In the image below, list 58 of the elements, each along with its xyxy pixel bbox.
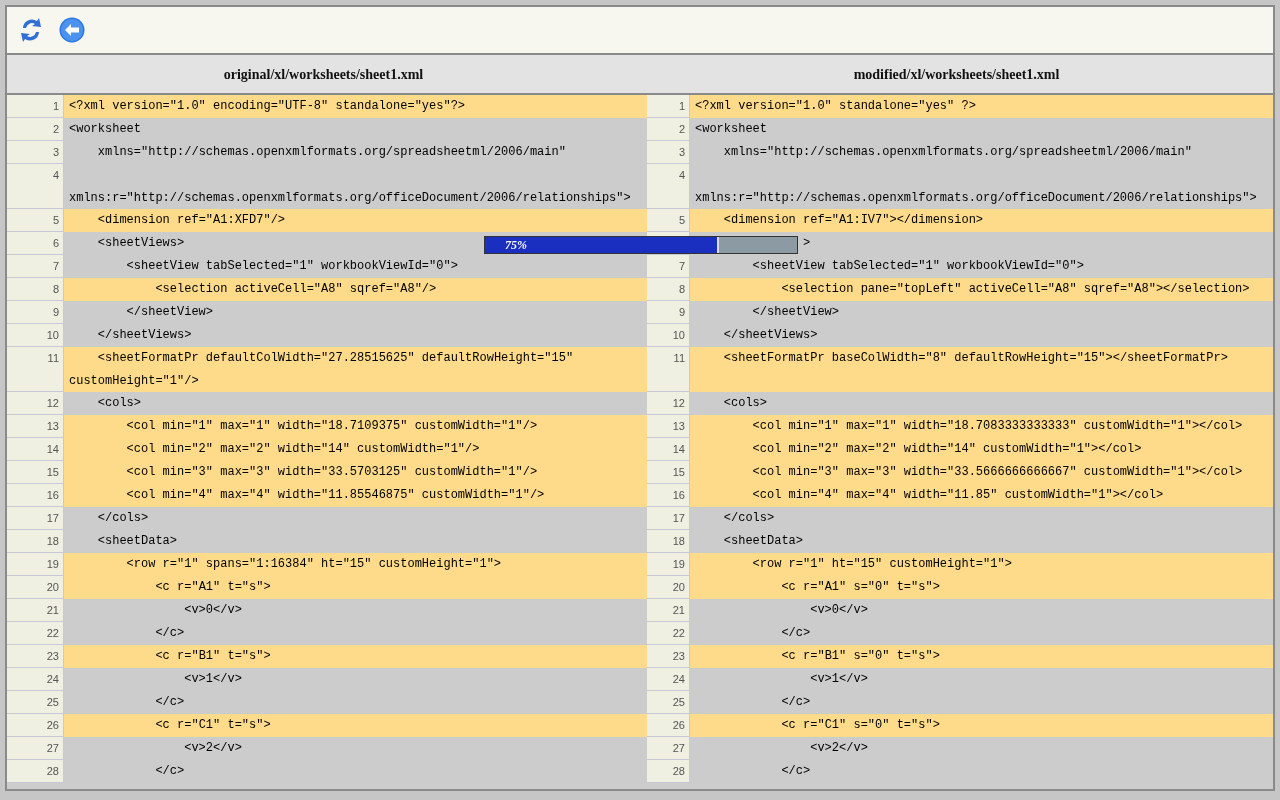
line-number: 23: [7, 645, 64, 668]
line-number: 26: [647, 714, 690, 737]
line-number: 20: [7, 576, 64, 599]
line-number: 24: [647, 668, 690, 691]
line-number: 12: [647, 392, 690, 415]
line-number: 18: [647, 530, 690, 553]
line-number: 4: [7, 164, 64, 209]
line-number: 3: [647, 141, 690, 164]
line-number: 28: [647, 760, 690, 783]
line-number: 1: [7, 95, 64, 118]
line-number: 13: [7, 415, 64, 438]
line-number: 27: [647, 737, 690, 760]
line-number: 13: [647, 415, 690, 438]
line-number: 24: [7, 668, 64, 691]
line-number: 11: [7, 347, 64, 392]
line-number: 17: [647, 507, 690, 530]
line-number: 20: [647, 576, 690, 599]
line-number: 11: [647, 347, 690, 392]
line-number: 28: [7, 760, 64, 783]
line-number: 15: [7, 461, 64, 484]
line-number: 3: [7, 141, 64, 164]
file-title: original/xl/worksheets/sheet1.xml: [223, 65, 424, 84]
line-number: 16: [7, 484, 64, 507]
line-number: 18: [7, 530, 64, 553]
line-number: 21: [7, 599, 64, 622]
line-number: 22: [7, 622, 64, 645]
line-number: 22: [647, 622, 690, 645]
line-number: 19: [647, 553, 690, 576]
line-number: 26: [7, 714, 64, 737]
line-number: 27: [7, 737, 64, 760]
line-number: 2: [647, 118, 690, 141]
line-number: 14: [7, 438, 64, 461]
line-number: 23: [647, 645, 690, 668]
line-number: 10: [647, 324, 690, 347]
line-number: 17: [7, 507, 64, 530]
line-number: 19: [7, 553, 64, 576]
progress-label: 75%: [505, 239, 527, 251]
line-number: 25: [7, 691, 64, 714]
line-number: 1: [647, 95, 690, 118]
file-title: modified/xl/worksheets/sheet1.xml: [853, 65, 1060, 84]
line-number: 8: [7, 278, 64, 301]
line-number: 7: [647, 255, 690, 278]
line-number: 5: [7, 209, 64, 232]
line-number: 9: [7, 301, 64, 324]
line-number: 9: [647, 301, 690, 324]
line-number: 8: [647, 278, 690, 301]
line-number: 6: [7, 232, 64, 255]
line-number: 15: [647, 461, 690, 484]
line-number: 5: [647, 209, 690, 232]
line-number: 25: [647, 691, 690, 714]
line-number: 21: [647, 599, 690, 622]
line-number: 4: [647, 164, 690, 209]
line-number: 7: [7, 255, 64, 278]
line-number: 10: [7, 324, 64, 347]
line-number: 12: [7, 392, 64, 415]
line-number: 2: [7, 118, 64, 141]
line-number: 14: [647, 438, 690, 461]
line-number: 16: [647, 484, 690, 507]
